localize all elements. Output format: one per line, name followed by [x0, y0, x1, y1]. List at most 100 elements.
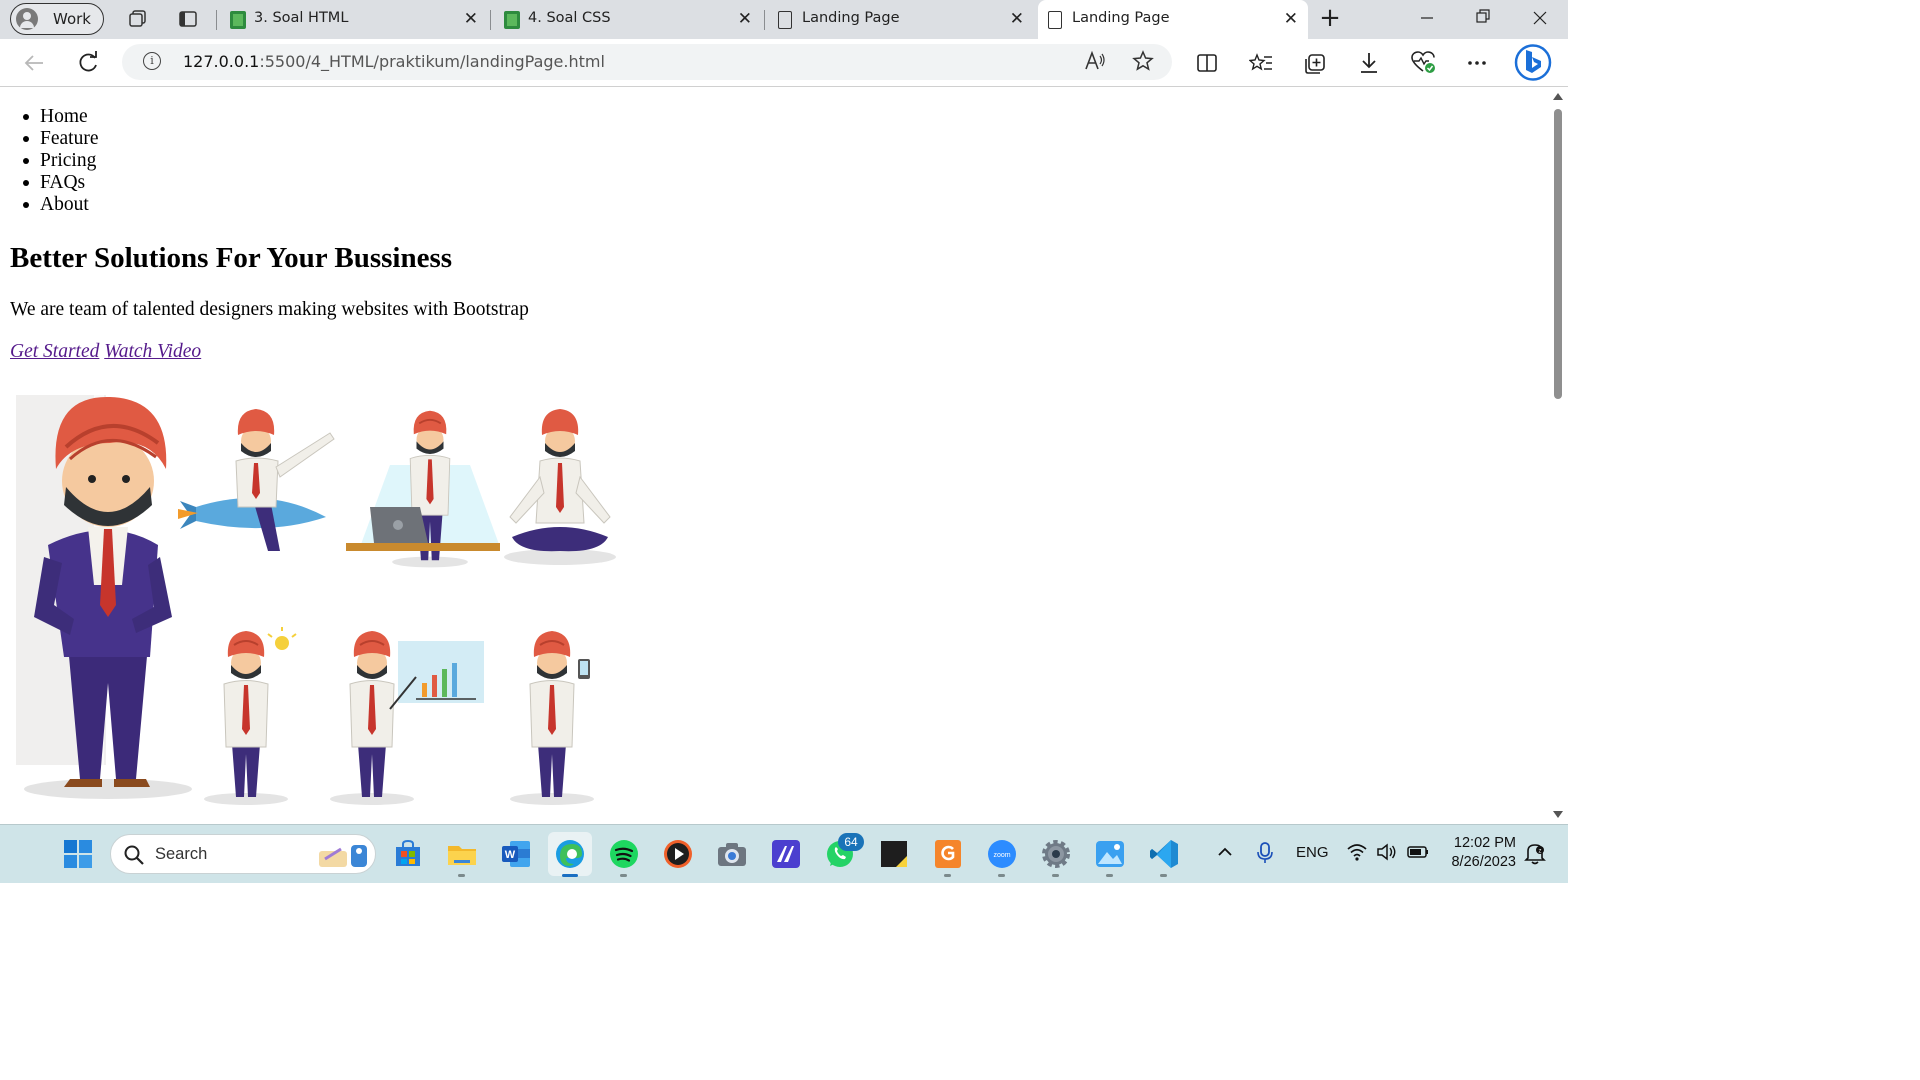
- nav-item-feature: Feature: [22, 128, 99, 149]
- nav-item-home: Home: [22, 106, 98, 128]
- copilot-icon[interactable]: [1510, 41, 1556, 84]
- tab-title: 3. Soal HTML: [254, 10, 349, 26]
- nav-item-pricing: Pricing: [22, 150, 98, 172]
- tab-soal-css[interactable]: 4. Soal CSS ✕: [494, 2, 762, 37]
- battery-icon[interactable]: [1406, 841, 1430, 867]
- running-indicator: [620, 874, 627, 877]
- sticky-notes-icon[interactable]: [878, 838, 910, 870]
- volume-icon[interactable]: [1376, 841, 1398, 867]
- taskbar-search-box[interactable]: Search: [110, 834, 376, 874]
- svg-text:z: z: [1539, 849, 1542, 855]
- tab-landing-page[interactable]: Landing Page ✕: [768, 2, 1034, 37]
- show-hidden-icons-chevron-icon[interactable]: [1216, 842, 1234, 866]
- vscode-icon[interactable]: [1148, 838, 1180, 870]
- vertical-scrollbar[interactable]: [1550, 87, 1568, 824]
- running-indicator: [1052, 874, 1059, 877]
- collections-icon[interactable]: [1301, 49, 1329, 77]
- settings-gear-icon[interactable]: [1040, 838, 1072, 870]
- tab-separator: [490, 10, 491, 30]
- watch-video-link[interactable]: Watch Video: [104, 341, 201, 362]
- taskbar: Search W 64 zoom ENG 12:02 PM 8/26/2023 …: [0, 824, 1568, 883]
- browser-essentials-icon[interactable]: [1409, 49, 1437, 77]
- spreadsheet-icon: [230, 11, 246, 29]
- profile-button[interactable]: Work: [10, 3, 104, 35]
- page-icon: [778, 11, 792, 29]
- browser-window: Work 3. Soal HTML ✕ 4. Soal CSS ✕ Landin…: [0, 0, 1568, 883]
- get-started-link[interactable]: Get Started: [10, 341, 99, 362]
- scroll-up-arrow-icon[interactable]: [1553, 93, 1563, 100]
- tab-landing-page-active[interactable]: Landing Page ✕: [1038, 0, 1308, 39]
- nav-list: Home Feature Pricing FAQs About: [22, 106, 99, 216]
- zoom-icon[interactable]: zoom: [986, 838, 1018, 870]
- tab-close-icon[interactable]: ✕: [1284, 9, 1298, 29]
- camera-icon[interactable]: [716, 838, 748, 870]
- microphone-icon[interactable]: [1256, 841, 1274, 869]
- running-indicator: [944, 874, 951, 877]
- tab-actions-icon[interactable]: [178, 9, 198, 29]
- tab-separator: [764, 10, 765, 30]
- workspaces-icon[interactable]: [127, 9, 147, 29]
- tab-close-icon[interactable]: ✕: [738, 9, 752, 29]
- search-placeholder: Search: [155, 845, 208, 863]
- notifications-bell-icon[interactable]: z: [1524, 841, 1546, 869]
- tab-title: Landing Page: [1072, 10, 1170, 26]
- scroll-down-arrow-icon[interactable]: [1553, 811, 1563, 818]
- spotify-icon[interactable]: [608, 838, 640, 870]
- tab-separator: [216, 10, 217, 30]
- system-clock[interactable]: 12:02 PM 8/26/2023: [1446, 834, 1516, 872]
- profile-label: Work: [53, 10, 91, 28]
- profile-avatar-icon: [16, 8, 38, 30]
- tab-soal-html[interactable]: 3. Soal HTML ✕: [220, 2, 488, 37]
- clock-date: 8/26/2023: [1451, 854, 1516, 870]
- downloads-icon[interactable]: [1355, 49, 1383, 77]
- minimize-button[interactable]: [1412, 6, 1442, 31]
- hero-tagline: We are team of talented designers making…: [10, 299, 529, 320]
- read-aloud-icon[interactable]: [1084, 50, 1106, 77]
- wifi-icon[interactable]: [1346, 841, 1368, 867]
- edge-browser-icon[interactable]: [548, 832, 592, 876]
- favorites-list-icon[interactable]: [1247, 49, 1275, 77]
- file-explorer-icon[interactable]: [446, 838, 478, 870]
- search-icon: [124, 845, 144, 865]
- tab-title: 4. Soal CSS: [528, 10, 611, 26]
- tab-title: Landing Page: [802, 10, 900, 26]
- favorite-star-icon[interactable]: [1132, 50, 1154, 77]
- spreadsheet-icon: [504, 11, 520, 29]
- start-windows-icon[interactable]: [62, 838, 94, 870]
- svg-text:W: W: [505, 849, 516, 861]
- back-arrow-icon[interactable]: [20, 49, 48, 77]
- running-indicator: [458, 874, 465, 877]
- running-indicator: [998, 874, 1005, 877]
- word-icon[interactable]: W: [500, 838, 532, 870]
- more-options-icon[interactable]: [1463, 49, 1491, 77]
- split-screen-icon[interactable]: [1193, 49, 1221, 77]
- refresh-icon[interactable]: [74, 49, 102, 77]
- restore-button[interactable]: [1468, 6, 1498, 31]
- notes-app-icon[interactable]: [770, 838, 802, 870]
- scrollbar-thumb[interactable]: [1554, 109, 1562, 399]
- language-indicator[interactable]: ENG: [1296, 844, 1329, 861]
- web-page-content: Home Feature Pricing FAQs About Better S…: [0, 87, 1550, 824]
- navigation-bar: i 127.0.0.1:5500/4_HTML/praktikum/landin…: [0, 39, 1568, 87]
- nav-item-faqs: FAQs: [22, 172, 98, 194]
- pdf-app-icon[interactable]: [932, 838, 964, 870]
- search-highlight-icon: [319, 845, 367, 867]
- address-bar[interactable]: i 127.0.0.1:5500/4_HTML/praktikum/landin…: [122, 44, 1172, 80]
- site-info-icon[interactable]: i: [143, 52, 161, 70]
- clock-time: 12:02 PM: [1453, 835, 1516, 851]
- page-icon: [1048, 11, 1062, 29]
- hero-heading: Better Solutions For Your Bussiness: [10, 242, 453, 274]
- new-tab-button[interactable]: +: [1315, 3, 1345, 33]
- active-indicator: [562, 874, 578, 877]
- microsoft-store-icon[interactable]: [392, 838, 424, 870]
- close-window-button[interactable]: [1525, 6, 1555, 31]
- tab-strip: Work 3. Soal HTML ✕ 4. Soal CSS ✕ Landin…: [0, 0, 1568, 39]
- tab-close-icon[interactable]: ✕: [1010, 9, 1024, 29]
- tab-close-icon[interactable]: ✕: [464, 9, 478, 29]
- media-player-icon[interactable]: [662, 838, 694, 870]
- hero-links: Get Started Watch Video: [10, 341, 201, 363]
- svg-text:zoom: zoom: [993, 852, 1010, 859]
- photos-icon[interactable]: [1094, 838, 1126, 870]
- address-url[interactable]: 127.0.0.1:5500/4_HTML/praktikum/landingP…: [183, 52, 605, 71]
- whatsapp-badge: 64: [838, 833, 864, 851]
